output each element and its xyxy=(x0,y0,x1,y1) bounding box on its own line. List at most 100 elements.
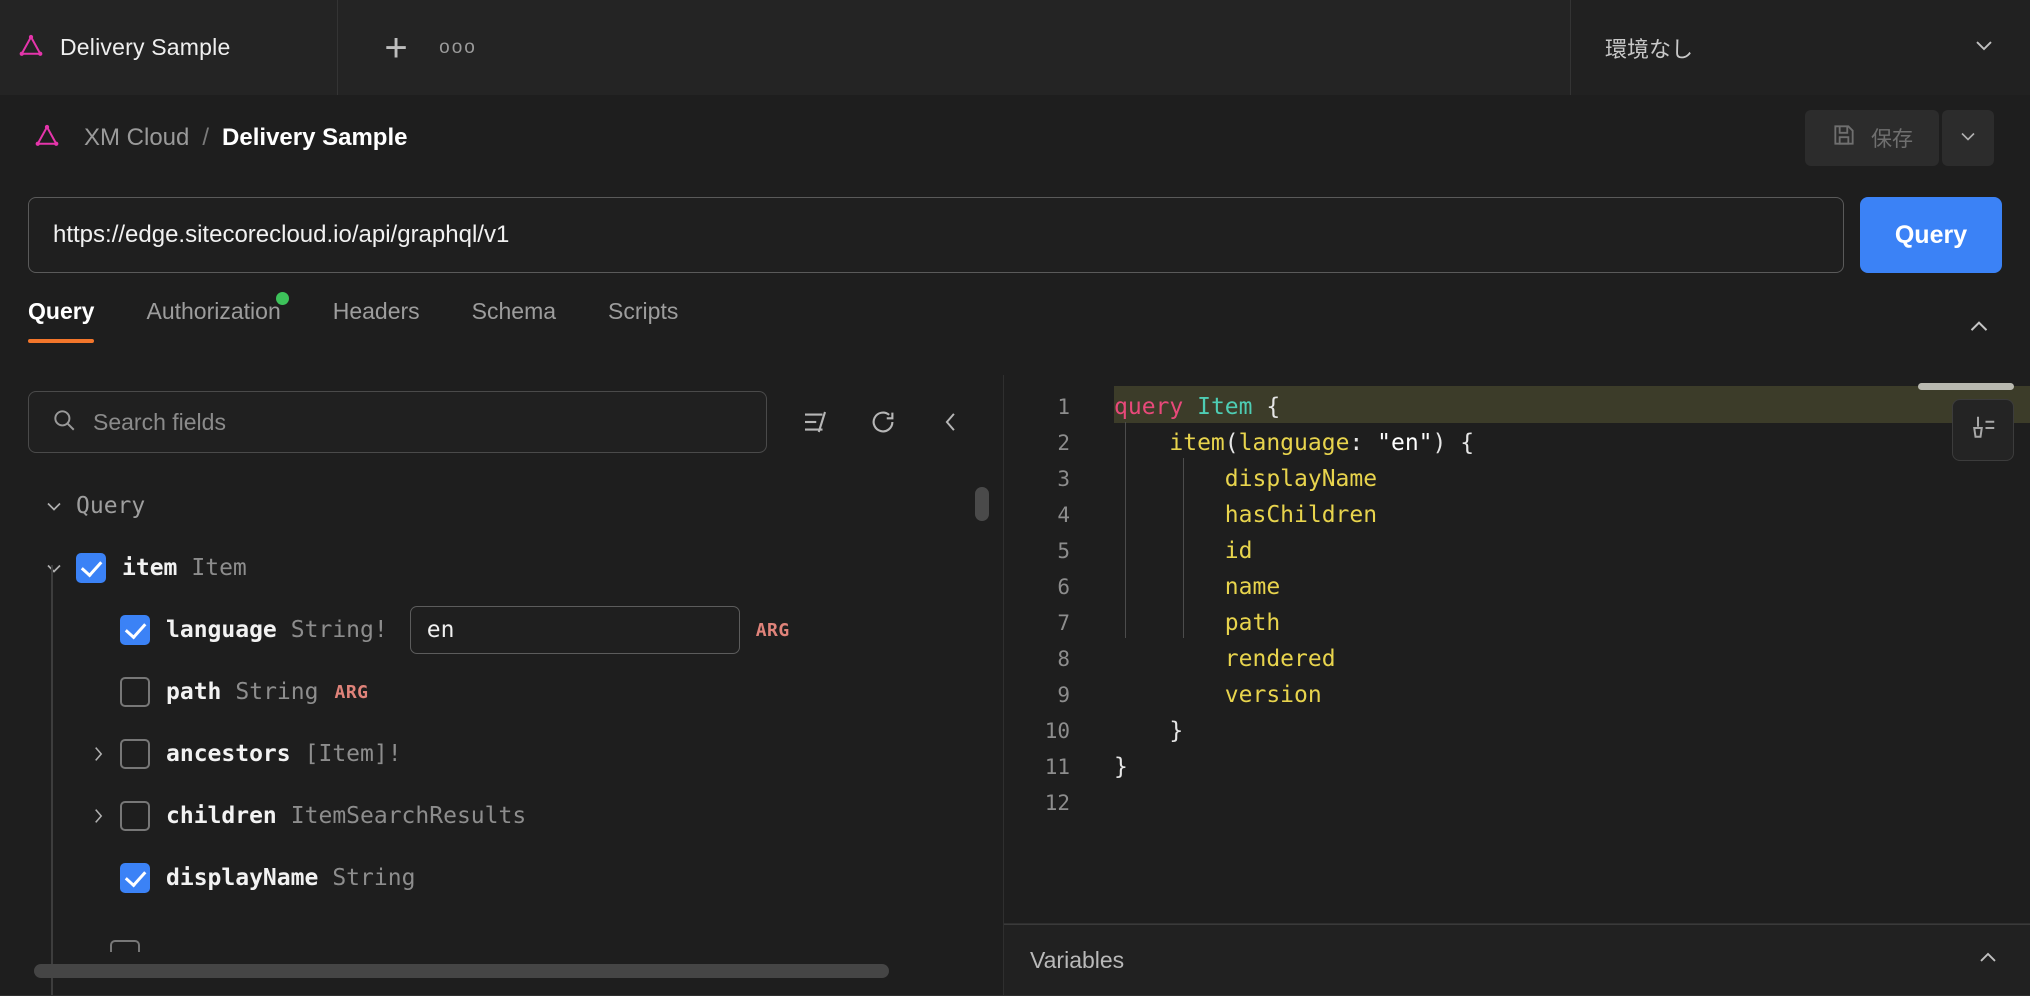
environment-selector[interactable]: 環境なし xyxy=(1571,0,2030,95)
line-content: id xyxy=(1224,538,1253,564)
line-content: query Item { xyxy=(1114,394,1281,420)
tab-actions: + ooo xyxy=(338,0,1571,95)
field-name-displayname: displayName xyxy=(166,865,319,891)
explorer-horizontal-scrollbar[interactable] xyxy=(34,964,889,978)
graphql-ide-window: Delivery Sample + ooo 環境なし XM Cloud / De… xyxy=(0,0,2030,996)
code-line: 3 displayName xyxy=(1004,461,2030,497)
tree-row-language[interactable]: language String! en ARG xyxy=(32,599,1003,661)
collapse-panel-button[interactable] xyxy=(1964,312,1994,347)
explorer-vertical-scrollbar[interactable] xyxy=(975,487,989,521)
tab-authorization-label: Authorization xyxy=(146,298,281,324)
variables-panel-header[interactable]: Variables xyxy=(1004,924,2030,996)
tab-schema-label: Schema xyxy=(471,298,557,324)
tab-scripts[interactable]: Scripts xyxy=(608,298,704,343)
line-number: 7 xyxy=(1057,611,1070,635)
field-checkbox-displayname[interactable] xyxy=(120,863,150,893)
line-number: 5 xyxy=(1057,539,1070,563)
tree-row-partial-next xyxy=(110,940,140,952)
code-line: 9 version xyxy=(1004,677,2030,713)
line-number: 11 xyxy=(1044,755,1070,779)
query-submit-button[interactable]: Query xyxy=(1860,197,2002,273)
chevron-up-icon[interactable] xyxy=(1974,944,2002,977)
document-tab-delivery-sample[interactable]: Delivery Sample xyxy=(0,0,338,95)
code-line: 2 item(language: "en") { xyxy=(1004,425,2030,461)
explorer-toolbar: Search fields xyxy=(0,375,1003,453)
field-type-displayname: String xyxy=(332,865,416,891)
tree-row-item[interactable]: item Item xyxy=(32,537,1003,599)
arg-badge-language: ARG xyxy=(755,619,790,641)
chevron-down-icon[interactable] xyxy=(32,494,76,518)
field-checkbox-language[interactable] xyxy=(120,615,150,645)
field-checkbox-path[interactable] xyxy=(120,677,150,707)
code-lines: 1 query Item { 2 item(language: "en") { 3… xyxy=(1004,375,2030,821)
query-code-editor[interactable]: 1 query Item { 2 item(language: "en") { 3… xyxy=(1004,375,2030,924)
field-type-path: String xyxy=(235,679,319,705)
document-tab-title: Delivery Sample xyxy=(60,34,231,60)
tab-query[interactable]: Query xyxy=(28,298,120,343)
field-name-path: path xyxy=(166,679,222,705)
tab-more-options-button[interactable]: ooo xyxy=(432,22,484,74)
graphql-logo-icon xyxy=(32,123,62,153)
code-line: 1 query Item { xyxy=(1004,389,2030,425)
field-name-language: language xyxy=(166,617,277,643)
breadcrumb-bar: XM Cloud / Delivery Sample 保存 xyxy=(0,95,2030,181)
breadcrumb-root[interactable]: XM Cloud xyxy=(84,124,189,152)
save-button[interactable]: 保存 xyxy=(1805,110,1939,166)
code-line: 4 hasChildren xyxy=(1004,497,2030,533)
code-line: 11} xyxy=(1004,749,2030,785)
refresh-icon[interactable] xyxy=(855,394,911,450)
field-checkbox-item[interactable] xyxy=(76,553,106,583)
save-button-group: 保存 xyxy=(1805,110,1994,166)
collapse-left-icon[interactable] xyxy=(923,394,979,450)
line-content: version xyxy=(1224,682,1322,708)
query-submit-label: Query xyxy=(1894,220,1968,249)
field-checkbox-children[interactable] xyxy=(120,801,150,831)
url-input-value: https://edge.sitecorecloud.io/api/graphq… xyxy=(53,221,510,248)
line-content: } xyxy=(1114,718,1184,744)
code-line: 10 } xyxy=(1004,713,2030,749)
arg-value-input-language[interactable]: en xyxy=(409,606,740,654)
line-number: 1 xyxy=(1057,395,1070,419)
line-number: 3 xyxy=(1057,467,1070,491)
more-horizontal-icon: ooo xyxy=(439,36,477,58)
request-bar: https://edge.sitecorecloud.io/api/graphq… xyxy=(0,195,2030,275)
prettify-query-button[interactable] xyxy=(1952,399,2014,461)
tree-row-ancestors[interactable]: ancestors [Item]! xyxy=(32,723,1003,785)
field-checkbox-ancestors[interactable] xyxy=(120,739,150,769)
field-type-item: Item xyxy=(191,555,247,581)
tab-headers[interactable]: Headers xyxy=(333,298,446,343)
chevron-right-icon[interactable] xyxy=(76,805,120,827)
tab-authorization[interactable]: Authorization xyxy=(146,292,306,343)
tab-query-label: Query xyxy=(28,298,95,324)
tree-row-query-root[interactable]: Query xyxy=(32,475,1003,537)
url-input[interactable]: https://edge.sitecorecloud.io/api/graphq… xyxy=(28,197,1844,273)
save-options-button[interactable] xyxy=(1942,110,1994,166)
breadcrumb-separator: / xyxy=(202,124,210,151)
tree-row-displayname[interactable]: displayName String xyxy=(32,847,1003,909)
tree-row-path[interactable]: path String ARG xyxy=(32,661,1003,723)
tree-row-children[interactable]: children ItemSearchResults xyxy=(32,785,1003,847)
tree-root-label: Query xyxy=(76,493,146,519)
chevron-down-icon xyxy=(1970,31,1998,64)
line-content: } xyxy=(1114,754,1128,780)
field-tree: Query item Item language String! en ARG … xyxy=(0,453,1003,996)
code-line: 7 path xyxy=(1004,605,2030,641)
tab-schema[interactable]: Schema xyxy=(472,298,582,343)
plus-icon: + xyxy=(384,25,408,70)
tab-scripts-label: Scripts xyxy=(608,298,679,324)
explorer-tool-icons xyxy=(787,394,979,450)
field-type-language: String! xyxy=(290,617,388,643)
filter-off-icon[interactable] xyxy=(787,394,843,450)
new-tab-button[interactable]: + xyxy=(370,22,422,74)
field-name-children: children xyxy=(166,803,277,829)
search-fields-placeholder: Search fields xyxy=(93,408,226,435)
chevron-down-icon[interactable] xyxy=(32,556,76,580)
field-name-item: item xyxy=(122,555,178,581)
authorization-status-dot xyxy=(275,292,289,305)
environment-selector-value: 環境なし xyxy=(1605,36,1694,62)
line-content: name xyxy=(1224,574,1281,600)
graphql-logo-icon xyxy=(16,33,46,63)
code-line: 5 id xyxy=(1004,533,2030,569)
chevron-right-icon[interactable] xyxy=(76,743,120,765)
search-fields-input[interactable]: Search fields xyxy=(28,391,767,453)
